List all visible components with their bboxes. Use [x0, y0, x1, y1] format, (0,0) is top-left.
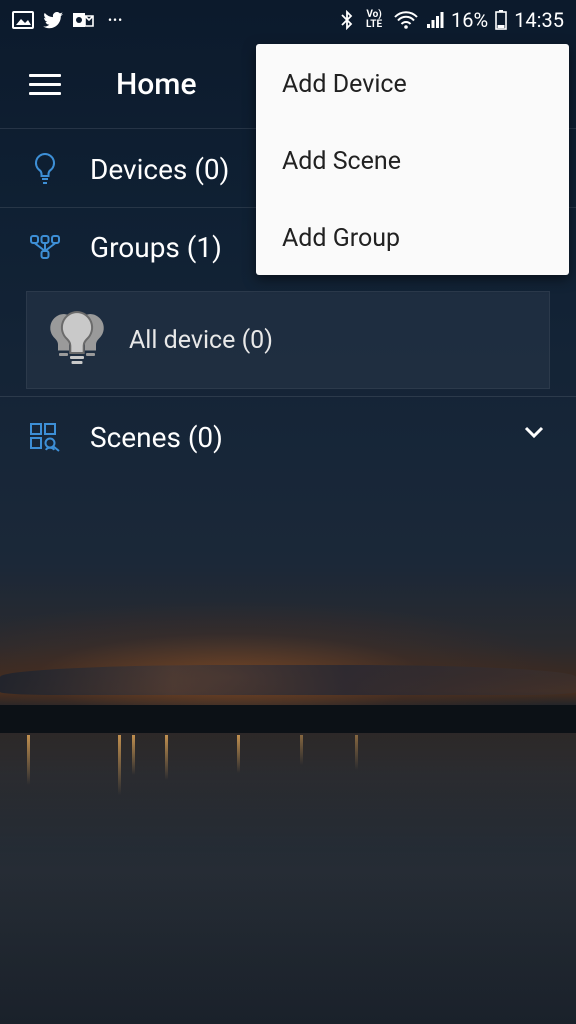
background-shoreline: [0, 705, 576, 733]
twitter-icon: [42, 10, 64, 30]
background-light-reflection: [118, 735, 121, 795]
battery-percent: 16%: [451, 8, 489, 32]
background-light-reflection: [27, 735, 30, 785]
menu-item-add-group[interactable]: Add Group: [256, 200, 569, 277]
background-light-reflection: [165, 735, 168, 780]
bulbs-group-icon: [27, 310, 127, 370]
outlook-icon: [72, 10, 94, 30]
battery-icon: [495, 10, 507, 30]
background-water: [0, 733, 576, 1024]
background-light-reflection: [132, 735, 135, 775]
chevron-down-icon[interactable]: [524, 424, 544, 443]
scenes-label: Scenes (0): [90, 420, 223, 454]
gallery-icon: [12, 10, 34, 30]
groups-label: Groups (1): [90, 230, 222, 264]
scenes-grid-icon: [0, 422, 90, 452]
background-light-reflection: [355, 735, 358, 770]
lte-label: LTE: [365, 19, 383, 30]
page-title: Home: [116, 66, 197, 102]
group-item-all-device[interactable]: All device (0): [26, 291, 550, 389]
divider: [0, 396, 576, 397]
signal-icon: [426, 10, 444, 30]
overflow-popup-menu: Add Device Add Scene Add Group: [256, 44, 569, 275]
bluetooth-icon: [339, 9, 355, 31]
menu-button[interactable]: [0, 40, 90, 128]
clock: 14:35: [514, 8, 564, 32]
hamburger-icon: [29, 68, 61, 101]
background-light-reflection: [237, 735, 240, 773]
status-bar: ••• Vo) LTE 16% 14:35: [0, 0, 576, 40]
group-item-label: All device (0): [129, 325, 273, 355]
background-clouds: [0, 665, 576, 695]
devices-label: Devices (0): [90, 152, 230, 186]
background-light-reflection: [300, 735, 303, 765]
section-scenes[interactable]: Scenes (0): [0, 398, 576, 476]
volte-icon: Vo) LTE: [362, 10, 386, 30]
menu-item-add-scene[interactable]: Add Scene: [256, 123, 569, 200]
lightbulb-icon: [0, 152, 90, 186]
more-notifications-dots: •••: [108, 13, 124, 27]
menu-item-add-device[interactable]: Add Device: [256, 46, 569, 123]
wifi-icon: [393, 10, 419, 30]
group-nodes-icon: [0, 234, 90, 260]
